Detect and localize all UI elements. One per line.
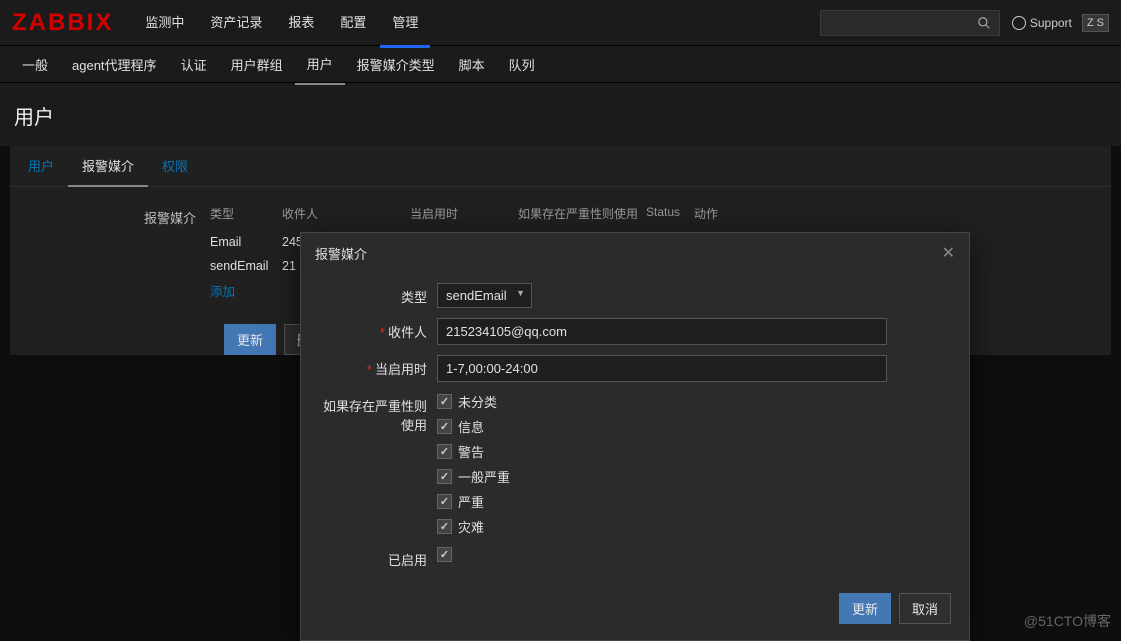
modal-footer: 更新 取消 <box>301 583 969 640</box>
severity-checkbox-item[interactable]: 灾难 <box>437 517 951 536</box>
media-table-label: 报警媒介 <box>10 205 210 304</box>
close-icon[interactable]: ✕ <box>942 243 955 263</box>
checkbox-label: 警告 <box>458 442 484 461</box>
checkbox[interactable] <box>437 419 452 434</box>
media-table-header: 类型 收件人 当启用时 如果存在严重性则使用 Status 动作 <box>210 205 774 228</box>
modal-body: 类型 sendEmail *收件人 *当启用时 如果存在严重性则使用 <box>301 273 969 583</box>
checkbox-label: 信息 <box>458 417 484 436</box>
subnav-scripts[interactable]: 脚本 <box>447 45 497 84</box>
type-select[interactable]: sendEmail <box>437 283 532 308</box>
header-when: 当启用时 <box>410 205 518 222</box>
subnav-general[interactable]: 一般 <box>10 45 60 84</box>
support-label: Support <box>1030 16 1072 30</box>
headset-icon <box>1012 16 1026 30</box>
severity-checkbox-item[interactable]: 警告 <box>437 442 951 461</box>
checkbox[interactable] <box>437 494 452 509</box>
top-navbar: ZABBIX 监测中 资产记录 报表 配置 管理 Support Z S <box>0 0 1121 46</box>
severity-checkbox-list: 未分类信息警告一般严重严重灾难 <box>437 392 951 536</box>
search-icon <box>977 16 991 30</box>
topnav-items: 监测中 资产记录 报表 配置 管理 <box>133 0 820 47</box>
modal-enabled-label: 已启用 <box>319 546 437 569</box>
subnav-auth[interactable]: 认证 <box>169 45 219 84</box>
enabled-checkbox[interactable] <box>437 547 452 562</box>
row-type: Email <box>210 235 282 249</box>
watermark: @51CTO博客 <box>1024 611 1111 631</box>
header-type: 类型 <box>210 205 282 222</box>
checkbox[interactable] <box>437 394 452 409</box>
type-select-wrap: sendEmail <box>437 283 532 308</box>
share-badge[interactable]: Z S <box>1082 14 1109 32</box>
severity-checkbox-item[interactable]: 信息 <box>437 417 951 436</box>
checkbox[interactable] <box>437 444 452 459</box>
topnav-reports[interactable]: 报表 <box>276 0 326 47</box>
update-button[interactable]: 更新 <box>224 324 276 355</box>
severity-checkbox-item[interactable]: 一般严重 <box>437 467 951 486</box>
recipient-input[interactable] <box>437 318 887 345</box>
subnav-proxy[interactable]: agent代理程序 <box>60 45 169 84</box>
header-recipient: 收件人 <box>282 205 410 222</box>
modal-title: 报警媒介 <box>315 244 367 263</box>
checkbox[interactable] <box>437 519 452 534</box>
modal-when-label: *当启用时 <box>319 355 437 378</box>
modal-severity-label: 如果存在严重性则使用 <box>319 392 437 434</box>
media-modal: 报警媒介 ✕ 类型 sendEmail *收件人 *当启用时 <box>300 232 970 641</box>
checkbox-label: 灾难 <box>458 517 484 536</box>
row-type: sendEmail <box>210 259 282 273</box>
tab-user[interactable]: 用户 <box>14 146 68 186</box>
checkbox-label: 一般严重 <box>458 467 510 486</box>
when-input[interactable] <box>437 355 887 382</box>
subnav-mediatypes[interactable]: 报警媒介类型 <box>345 45 447 84</box>
topnav-config[interactable]: 配置 <box>328 0 378 47</box>
sub-navbar: 一般 agent代理程序 认证 用户群组 用户 报警媒介类型 脚本 队列 <box>0 46 1121 82</box>
subnav-usergroups[interactable]: 用户群组 <box>219 45 295 84</box>
subnav-queue[interactable]: 队列 <box>497 45 547 84</box>
topnav-monitoring[interactable]: 监测中 <box>133 0 196 47</box>
severity-checkbox-item[interactable]: 未分类 <box>437 392 951 411</box>
subnav-users[interactable]: 用户 <box>295 44 345 85</box>
support-link[interactable]: Support <box>1012 16 1072 30</box>
severity-checkbox-item[interactable]: 严重 <box>437 492 951 511</box>
search-input[interactable] <box>820 10 1000 36</box>
tab-media[interactable]: 报警媒介 <box>68 146 148 187</box>
modal-cancel-button[interactable]: 取消 <box>899 593 951 624</box>
header-severity: 如果存在严重性则使用 <box>518 205 646 222</box>
page-title: 用户 <box>0 82 1121 146</box>
modal-type-label: 类型 <box>319 283 437 306</box>
header-action: 动作 <box>694 205 774 222</box>
checkbox[interactable] <box>437 469 452 484</box>
checkbox-label: 严重 <box>458 492 484 511</box>
header-status: Status <box>646 205 694 222</box>
modal-header: 报警媒介 ✕ <box>301 233 969 273</box>
topnav-admin[interactable]: 管理 <box>380 0 430 48</box>
tabs: 用户 报警媒介 权限 <box>10 146 1111 187</box>
topnav-inventory[interactable]: 资产记录 <box>198 0 274 47</box>
tab-permissions[interactable]: 权限 <box>148 146 202 186</box>
logo: ZABBIX <box>12 9 113 37</box>
modal-recipient-label: *收件人 <box>319 318 437 341</box>
checkbox-label: 未分类 <box>458 392 497 411</box>
modal-update-button[interactable]: 更新 <box>839 593 891 624</box>
add-link[interactable]: 添加 <box>210 281 235 300</box>
